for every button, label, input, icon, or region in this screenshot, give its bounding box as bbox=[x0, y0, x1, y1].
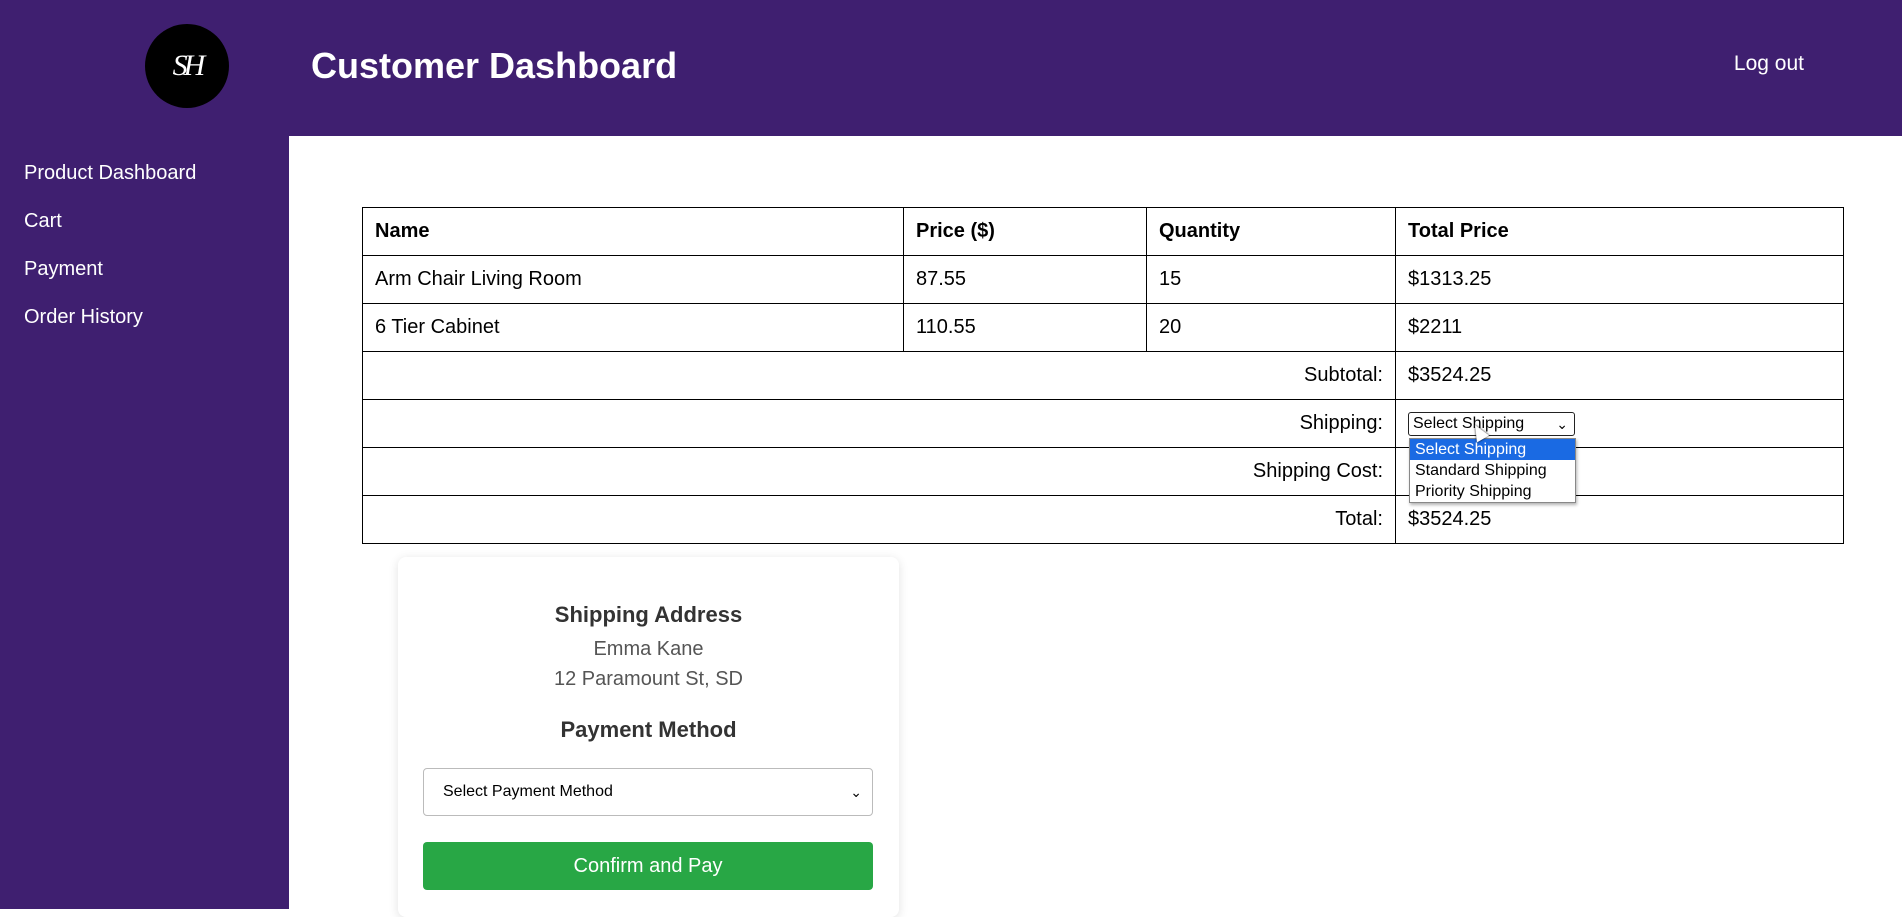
payment-method-select[interactable]: Select Payment Method ⌄ bbox=[423, 768, 873, 816]
cart-table: Name Price ($) Quantity Total Price Arm … bbox=[362, 207, 1844, 544]
subtotal-row: Subtotal: $3524.25 bbox=[362, 351, 1844, 400]
item-total: $2211 bbox=[1395, 303, 1844, 352]
page-title: Customer Dashboard bbox=[311, 45, 678, 86]
payment-method-heading: Payment Method bbox=[560, 717, 737, 742]
address-line: 12 Paramount St, SD bbox=[554, 668, 743, 690]
table-row: Arm Chair Living Room 87.55 15 $1313.25 bbox=[362, 255, 1844, 304]
column-header-name: Name bbox=[362, 207, 904, 256]
top-bar: SH Customer Dashboard Log out bbox=[0, 0, 1902, 136]
item-name: 6 Tier Cabinet bbox=[362, 303, 904, 352]
total-row: Total: $3524.25 bbox=[362, 495, 1844, 544]
payment-select-value: Select Payment Method bbox=[443, 783, 613, 800]
item-price: 87.55 bbox=[903, 255, 1147, 304]
shipping-cost-row: Shipping Cost: bbox=[362, 447, 1844, 496]
shipping-label: Shipping: bbox=[362, 399, 1396, 448]
table-header-row: Name Price ($) Quantity Total Price bbox=[362, 207, 1844, 256]
logo: SH bbox=[145, 24, 229, 108]
checkout-card: Shipping Address Emma Kane 12 Paramount … bbox=[398, 557, 899, 917]
item-quantity: 15 bbox=[1146, 255, 1396, 304]
shipping-row: Shipping: Select Shipping ⌄ bbox=[362, 399, 1844, 448]
table-row: 6 Tier Cabinet 110.55 20 $2211 bbox=[362, 303, 1844, 352]
shipping-option-standard[interactable]: Standard Shipping bbox=[1410, 460, 1575, 481]
subtotal-value: $3524.25 bbox=[1395, 351, 1844, 400]
shipping-option-priority[interactable]: Priority Shipping bbox=[1410, 481, 1575, 502]
column-header-total-price: Total Price bbox=[1395, 207, 1844, 256]
item-name: Arm Chair Living Room bbox=[362, 255, 904, 304]
logout-link[interactable]: Log out bbox=[1734, 52, 1804, 76]
total-label: Total: bbox=[362, 495, 1396, 544]
item-price: 110.55 bbox=[903, 303, 1147, 352]
sidebar: Product Dashboard Cart Payment Order His… bbox=[0, 136, 289, 909]
shipping-option-select[interactable]: Select Shipping bbox=[1410, 439, 1575, 460]
column-header-quantity: Quantity bbox=[1146, 207, 1396, 256]
address-name: Emma Kane bbox=[593, 638, 704, 660]
shipping-address-heading: Shipping Address bbox=[554, 602, 743, 627]
item-total: $1313.25 bbox=[1395, 255, 1844, 304]
subtotal-label: Subtotal: bbox=[362, 351, 1396, 400]
chevron-down-icon: ⌄ bbox=[1556, 416, 1568, 432]
column-header-price: Price ($) bbox=[903, 207, 1147, 256]
shipping-select[interactable]: Select Shipping ⌄ bbox=[1408, 412, 1575, 436]
sidebar-item-cart[interactable]: Cart bbox=[24, 206, 289, 254]
sidebar-item-order-history[interactable]: Order History bbox=[24, 302, 289, 350]
confirm-and-pay-button[interactable]: Confirm and Pay bbox=[423, 842, 873, 890]
sidebar-item-product-dashboard[interactable]: Product Dashboard bbox=[24, 158, 289, 206]
shipping-dropdown-list: Select Shipping Standard Shipping Priori… bbox=[1409, 438, 1576, 503]
item-quantity: 20 bbox=[1146, 303, 1396, 352]
chevron-down-icon: ⌄ bbox=[850, 784, 862, 800]
sidebar-item-payment[interactable]: Payment bbox=[24, 254, 289, 302]
shipping-cost-label: Shipping Cost: bbox=[362, 447, 1396, 496]
